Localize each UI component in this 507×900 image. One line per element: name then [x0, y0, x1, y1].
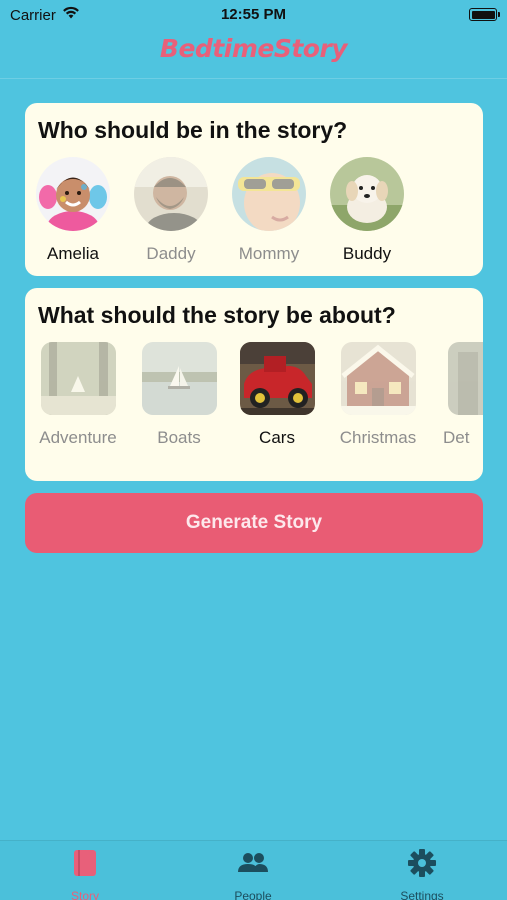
book-icon	[25, 849, 145, 877]
generate-story-button[interactable]: Generate Story	[25, 493, 483, 553]
topic-thumbnail	[141, 342, 217, 415]
avatar	[36, 157, 110, 231]
people-card: Who should be in the story? Amelia Daddy…	[25, 103, 483, 276]
people-heading: Who should be in the story?	[38, 117, 348, 143]
topic-cars[interactable]: Cars	[227, 342, 327, 448]
person-name: Daddy	[146, 244, 196, 263]
topic-det[interactable]: Det	[431, 342, 483, 448]
topics-card: What should the story be about? Adventur…	[25, 288, 483, 481]
person-name: Amelia	[47, 244, 99, 263]
app-title: BedtimeStory	[159, 34, 348, 63]
avatar	[232, 157, 306, 231]
battery-icon	[469, 8, 500, 21]
tab-label: Settings	[400, 889, 444, 900]
person-amelia[interactable]: Amelia	[30, 157, 116, 264]
people-icon	[193, 849, 313, 877]
topic-thumbnail	[448, 342, 483, 415]
topics-row: Adventure Boats Cars Christmas Det	[25, 342, 483, 472]
topic-thumbnail	[40, 342, 116, 415]
topic-christmas[interactable]: Christmas	[328, 342, 428, 448]
tab-label: Story	[70, 889, 99, 900]
topic-name: Cars	[259, 428, 295, 447]
header-divider	[0, 78, 507, 79]
topic-adventure[interactable]: Adventure	[28, 342, 128, 448]
person-mommy[interactable]: Mommy	[226, 157, 312, 264]
topic-name: Christmas	[339, 428, 417, 447]
people-row: Amelia Daddy Mommy Buddy	[25, 157, 483, 272]
tab-label: People	[234, 889, 272, 900]
topic-boats[interactable]: Boats	[129, 342, 229, 448]
person-daddy[interactable]: Daddy	[128, 157, 214, 264]
topic-thumbnail	[239, 342, 315, 415]
person-name: Buddy	[342, 244, 392, 263]
person-name: Mommy	[238, 244, 300, 263]
avatar	[330, 157, 404, 231]
person-buddy[interactable]: Buddy	[324, 157, 410, 264]
status-time: 12:55 PM	[220, 6, 287, 23]
status-bar: Carrier 12:55 PM	[0, 0, 507, 30]
gear-icon	[362, 849, 482, 877]
tab-settings[interactable]: Settings	[362, 849, 482, 900]
topic-name: Adventure	[39, 428, 117, 447]
tab-bar: Story People Settings	[0, 840, 507, 900]
topic-thumbnail	[340, 342, 416, 415]
topic-name: Boats	[157, 428, 201, 447]
tab-people[interactable]: People	[193, 849, 313, 900]
topic-name: Det	[443, 428, 470, 447]
tab-story[interactable]: Story	[25, 849, 145, 900]
topics-heading: What should the story be about?	[38, 302, 396, 328]
avatar	[134, 157, 208, 231]
